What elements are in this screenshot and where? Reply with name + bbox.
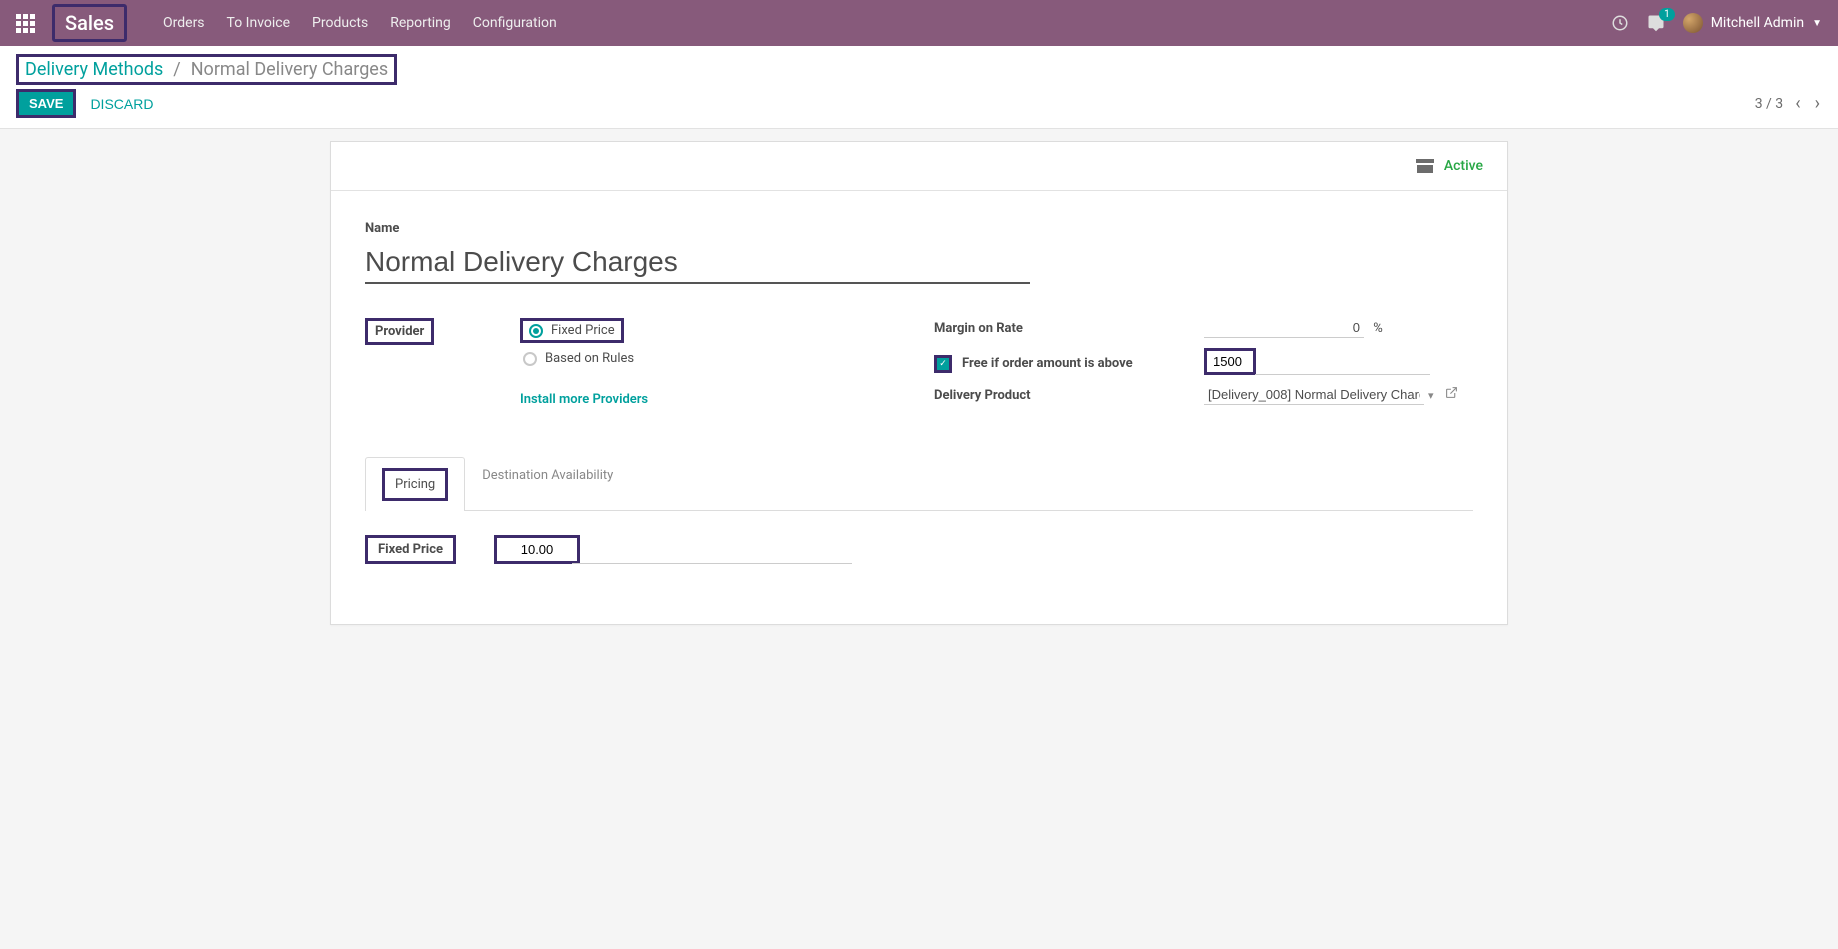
menu-products[interactable]: Products xyxy=(312,15,368,31)
navbar-right: 1 Mitchell Admin ▼ xyxy=(1611,13,1822,33)
tab-pricing[interactable]: Pricing xyxy=(365,457,465,511)
active-button[interactable]: Active xyxy=(1416,158,1483,174)
breadcrumb-separator: / xyxy=(173,59,180,80)
control-panel-left: SAVE DISCARD xyxy=(16,89,153,118)
margin-control: % xyxy=(1204,318,1473,338)
price-underline xyxy=(572,563,852,564)
radio-unselected-icon xyxy=(523,352,537,366)
name-label: Name xyxy=(365,221,1473,236)
margin-unit: % xyxy=(1373,321,1383,336)
avatar xyxy=(1683,13,1703,33)
free-label-wrap: ✓ Free if order amount is above xyxy=(934,351,1204,373)
user-name: Mitchell Admin xyxy=(1711,15,1804,31)
control-panel: Delivery Methods / Normal Delivery Charg… xyxy=(0,46,1838,129)
radio-selected-icon xyxy=(529,324,543,338)
archive-icon xyxy=(1416,159,1434,173)
control-panel-bottom: SAVE DISCARD 3 / 3 ‹ › xyxy=(16,89,1822,118)
provider-row: Provider Fixed Price Base xyxy=(365,318,904,407)
pager-prev[interactable]: ‹ xyxy=(1793,93,1802,114)
tab-pricing-label: Pricing xyxy=(382,468,448,501)
delivery-product-row: Delivery Product ▾ xyxy=(934,385,1473,405)
provider-label: Provider xyxy=(365,318,434,345)
form-sheet: Active Name Provider xyxy=(330,141,1508,625)
top-navbar: Sales Orders To Invoice Products Reporti… xyxy=(0,0,1838,46)
breadcrumb: Delivery Methods / Normal Delivery Charg… xyxy=(16,54,1822,85)
chat-badge: 1 xyxy=(1659,8,1675,21)
radio-fixed-price[interactable]: Fixed Price xyxy=(520,318,624,343)
apps-icon[interactable] xyxy=(16,14,34,32)
form-columns: Provider Fixed Price Base xyxy=(365,318,1473,417)
pager: 3 / 3 ‹ › xyxy=(1755,93,1822,114)
tabs: Pricing Destination Availability xyxy=(365,457,1473,511)
chevron-down-icon: ▼ xyxy=(1812,18,1822,29)
save-button[interactable]: SAVE xyxy=(16,89,76,118)
pager-text: 3 / 3 xyxy=(1755,96,1783,112)
dropdown-caret-icon[interactable]: ▾ xyxy=(1428,389,1434,402)
menu-to-invoice[interactable]: To Invoice xyxy=(227,15,291,31)
navbar-left: Sales Orders To Invoice Products Reporti… xyxy=(16,4,557,42)
margin-input[interactable] xyxy=(1204,318,1364,338)
delivery-product-input[interactable] xyxy=(1204,385,1424,405)
radio-rules-row[interactable]: Based on Rules xyxy=(520,351,904,366)
provider-control: Fixed Price Based on Rules Install more … xyxy=(520,318,904,407)
clock-icon[interactable] xyxy=(1611,14,1629,32)
right-column: Margin on Rate % ✓ Free if order amount … xyxy=(934,318,1473,417)
chat-icon-wrap[interactable]: 1 xyxy=(1647,14,1665,32)
name-input[interactable] xyxy=(365,242,1030,284)
form-area: Active Name Provider xyxy=(0,129,1838,665)
margin-label: Margin on Rate xyxy=(934,321,1204,336)
fixed-price-input[interactable] xyxy=(497,538,577,561)
free-if-input[interactable] xyxy=(1207,351,1253,372)
radio-rules-label: Based on Rules xyxy=(545,351,634,366)
menu-orders[interactable]: Orders xyxy=(163,15,205,31)
delivery-product-control: ▾ xyxy=(1204,385,1473,405)
menu-reporting[interactable]: Reporting xyxy=(390,15,451,31)
status-bar: Active xyxy=(331,142,1507,191)
discard-button[interactable]: DISCARD xyxy=(90,96,153,112)
free-if-label: Free if order amount is above xyxy=(962,356,1133,371)
tab-content-pricing: Fixed Price xyxy=(365,511,1473,584)
breadcrumb-parent[interactable]: Delivery Methods xyxy=(25,59,163,80)
radio-fixed-row: Fixed Price xyxy=(520,318,904,343)
free-if-control xyxy=(1204,348,1473,375)
provider-label-wrap: Provider xyxy=(365,318,520,345)
app-brand[interactable]: Sales xyxy=(52,4,127,42)
pager-next[interactable]: › xyxy=(1813,93,1822,114)
fixed-price-label: Fixed Price xyxy=(365,535,456,564)
left-column: Provider Fixed Price Base xyxy=(365,318,904,417)
nav-menu: Orders To Invoice Products Reporting Con… xyxy=(163,15,557,31)
radio-fixed-label: Fixed Price xyxy=(551,323,615,338)
user-menu[interactable]: Mitchell Admin ▼ xyxy=(1683,13,1822,33)
breadcrumb-current: Normal Delivery Charges xyxy=(191,59,388,80)
active-label: Active xyxy=(1444,158,1483,174)
install-providers-link[interactable]: Install more Providers xyxy=(520,392,648,407)
sheet-body: Name Provider Fixed Price xyxy=(331,191,1507,624)
margin-row: Margin on Rate % xyxy=(934,318,1473,338)
fixed-price-row: Fixed Price xyxy=(365,535,1473,564)
free-if-checkbox[interactable]: ✓ xyxy=(934,355,952,373)
tab-destination[interactable]: Destination Availability xyxy=(465,457,630,511)
external-link-icon[interactable] xyxy=(1445,388,1458,403)
delivery-product-label: Delivery Product xyxy=(934,388,1204,403)
menu-configuration[interactable]: Configuration xyxy=(473,15,557,31)
free-if-row: ✓ Free if order amount is above xyxy=(934,348,1473,375)
